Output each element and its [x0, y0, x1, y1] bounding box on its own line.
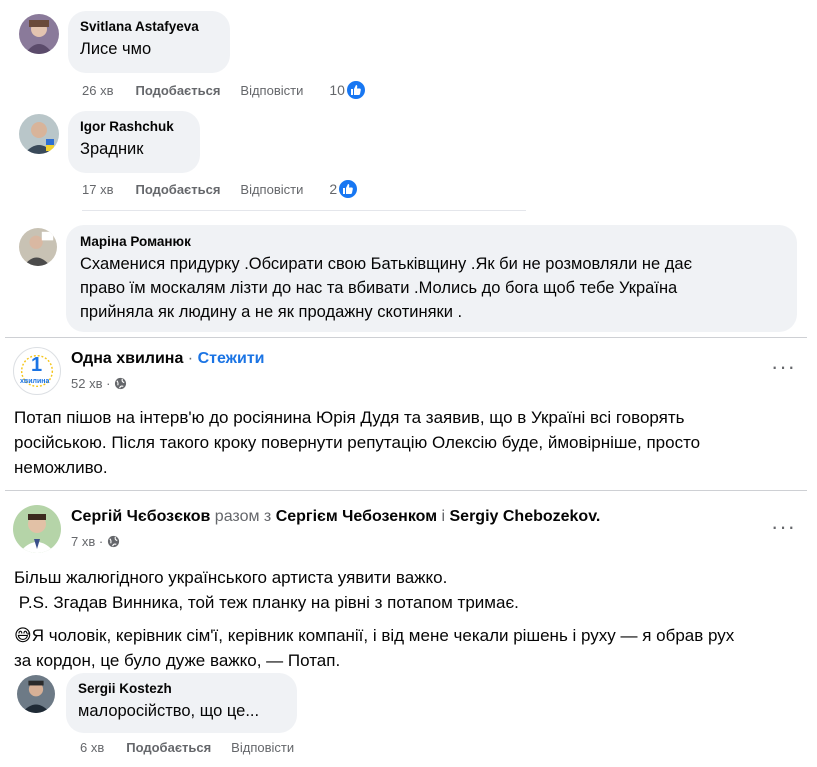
comment-actions: 26 хв Подобається Відповісти 10 — [82, 80, 366, 100]
comment-text: Лисе чмо — [80, 40, 152, 58]
post-time[interactable]: 7 хв · — [71, 534, 103, 549]
post-text-line: неможливо. — [14, 458, 108, 477]
tagged-user[interactable]: Сергієм Чебозенком — [276, 508, 437, 525]
logo-text: хвилина — [20, 378, 50, 385]
reply-button[interactable]: Відповісти — [240, 182, 303, 197]
reaction-count[interactable]: 2 — [329, 181, 337, 197]
like-button[interactable]: Подобається — [126, 740, 211, 755]
comment-bubble: Маріна Романюк Схаменися придурку .Обсир… — [66, 225, 797, 332]
with-text: разом з — [214, 508, 272, 525]
author-name[interactable]: Сергій Чєбозєков — [71, 508, 210, 525]
post-text-line: 😅Я чоловік, керівник сім'ї, керівник ком… — [14, 623, 804, 648]
avatar[interactable] — [19, 114, 59, 154]
post-quote: 😅Я чоловік, керівник сім'ї, керівник ком… — [14, 623, 804, 673]
divider — [82, 210, 526, 211]
comment-author[interactable]: Sergii Kostezh — [78, 681, 285, 696]
more-options-icon[interactable]: ··· — [771, 516, 796, 538]
comment-time[interactable]: 6 хв — [80, 740, 104, 755]
quote-text: Я чоловік, керівник сім'ї, керівник комп… — [31, 626, 735, 645]
reply-button[interactable]: Відповісти — [240, 83, 303, 98]
globe-icon — [107, 535, 120, 548]
comment-bubble: Igor Rashchuk Зрадник — [68, 111, 200, 173]
comment-actions: 17 хв Подобається Відповісти 2 — [82, 179, 359, 199]
comment-text-line: Схаменися придурку .Обсирати свою Батькі… — [80, 255, 693, 273]
more-options-icon[interactable]: ··· — [771, 356, 796, 378]
avatar[interactable] — [19, 14, 59, 54]
comment-time[interactable]: 26 хв — [82, 83, 113, 98]
post-time[interactable]: 52 хв · — [71, 376, 110, 391]
like-button[interactable]: Подобається — [135, 83, 220, 98]
sweat-smile-icon: 😅 — [14, 626, 32, 645]
like-reaction-icon[interactable] — [338, 179, 359, 199]
globe-icon — [114, 377, 127, 390]
comment-text: Зрадник — [80, 140, 144, 158]
comment-author[interactable]: Маріна Романюк — [80, 234, 783, 249]
post-text-line: P.S. Згадав Винника, той теж планку на р… — [14, 593, 519, 612]
separator: · — [187, 350, 194, 367]
avatar[interactable] — [19, 228, 57, 266]
and-text: і — [441, 508, 446, 525]
comment-text-line: прийняла як людину а не як продажну скот… — [80, 303, 463, 321]
reaction-count[interactable]: 10 — [329, 82, 345, 98]
like-button[interactable]: Подобається — [135, 182, 220, 197]
post-text-line: Потап пішов на інтерв'ю до росіянина Юрі… — [14, 408, 685, 427]
divider — [5, 337, 807, 338]
tagged-user[interactable]: Sergiy Chebozekov — [450, 508, 596, 525]
comment-bubble: Svitlana Astafyeva Лисе чмо — [68, 11, 230, 73]
avatar[interactable] — [13, 505, 61, 553]
logo-number: 1 — [31, 354, 43, 376]
post-text-line: за кордон, це було дуже важко, — Потап. — [14, 651, 341, 670]
post-meta: 52 хв · — [71, 376, 127, 391]
comment-bubble: Sergii Kostezh малоросійство, що це... — [66, 673, 297, 733]
comment-author[interactable]: Svitlana Astafyeva — [80, 19, 218, 34]
avatar[interactable] — [17, 675, 55, 713]
follow-button[interactable]: Стежити — [198, 350, 265, 367]
post-text-line: російською. Після такого кроку повернути… — [14, 433, 701, 452]
comment-text: малоросійство, що це... — [78, 702, 260, 720]
comment-actions: 6 хв Подобається Відповісти — [80, 737, 320, 757]
comment-text-line: право їм москалям лізти до нас та вбиват… — [80, 279, 678, 297]
like-reaction-icon[interactable] — [345, 80, 366, 100]
divider — [5, 490, 807, 491]
page-name[interactable]: Одна хвилина — [71, 350, 183, 367]
page-logo[interactable]: 1 хвилина — [13, 347, 61, 395]
post-text: Більш жалюгідного українського артиста у… — [14, 565, 804, 615]
post-text-line: Більш жалюгідного українського артиста у… — [14, 568, 448, 587]
post-meta: 7 хв · — [71, 534, 120, 549]
comment-time[interactable]: 17 хв — [82, 182, 113, 197]
post-text: Потап пішов на інтерв'ю до росіянина Юрі… — [14, 405, 804, 480]
comment-author[interactable]: Igor Rashchuk — [80, 119, 188, 134]
post-header: Одна хвилина · Стежити — [71, 350, 265, 368]
post-header: Сергій Чєбозєков разом з Сергієм Чебозен… — [71, 508, 600, 526]
reply-button[interactable]: Відповісти — [231, 740, 294, 755]
period: . — [595, 508, 601, 525]
